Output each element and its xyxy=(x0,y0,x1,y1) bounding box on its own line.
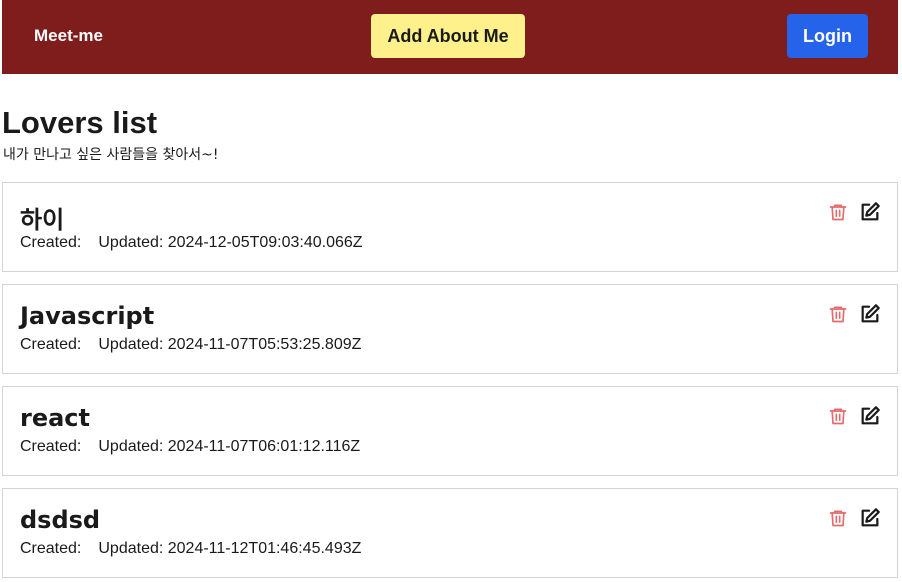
card-meta: Created: Updated: 2024-11-07T05:53:25.809… xyxy=(20,336,361,354)
edit-icon[interactable] xyxy=(859,201,881,223)
updated-timestamp: Updated: 2024-11-07T06:01:12.116Z xyxy=(98,438,361,455)
created-label: Created: xyxy=(20,336,82,353)
edit-icon[interactable] xyxy=(859,507,881,529)
card-title: Javascript xyxy=(20,302,155,330)
lover-card: react Created: Updated: 2024-11-07T06:01:… xyxy=(2,386,898,476)
card-meta: Created: Updated: 2024-11-07T06:01:12.116… xyxy=(20,438,360,456)
card-title: 하이 xyxy=(20,206,65,234)
created-label: Created: xyxy=(20,540,82,557)
login-button[interactable]: Login xyxy=(787,14,868,58)
page-subtitle: 내가 만나고 싶은 사람들을 찾아서~! xyxy=(3,147,219,163)
add-about-me-button[interactable]: Add About Me xyxy=(371,14,525,58)
trash-icon[interactable] xyxy=(827,507,849,529)
brand-logo[interactable]: Meet-me xyxy=(34,26,103,46)
edit-icon[interactable] xyxy=(859,303,881,325)
card-title: react xyxy=(20,404,91,432)
edit-icon[interactable] xyxy=(859,405,881,427)
trash-icon[interactable] xyxy=(827,201,849,223)
lover-card: 하이 Created: Updated: 2024-12-05T09:03:40.… xyxy=(2,182,898,272)
lover-card: dsdsd Created: Updated: 2024-11-12T01:46:… xyxy=(2,488,898,578)
navbar: Meet-me Add About Me Login xyxy=(2,0,898,74)
card-title: dsdsd xyxy=(20,506,101,534)
trash-icon[interactable] xyxy=(827,303,849,325)
lover-card: Javascript Created: Updated: 2024-11-07T0… xyxy=(2,284,898,374)
updated-timestamp: Updated: 2024-12-05T09:03:40.066Z xyxy=(98,234,363,251)
updated-timestamp: Updated: 2024-11-12T01:46:45.493Z xyxy=(98,540,362,557)
created-label: Created: xyxy=(20,438,82,455)
trash-icon[interactable] xyxy=(827,405,849,427)
card-meta: Created: Updated: 2024-11-12T01:46:45.493… xyxy=(20,540,361,558)
page-title: Lovers list xyxy=(2,105,158,140)
updated-timestamp: Updated: 2024-11-07T05:53:25.809Z xyxy=(98,336,362,353)
created-label: Created: xyxy=(20,234,82,251)
card-meta: Created: Updated: 2024-12-05T09:03:40.066… xyxy=(20,234,363,252)
